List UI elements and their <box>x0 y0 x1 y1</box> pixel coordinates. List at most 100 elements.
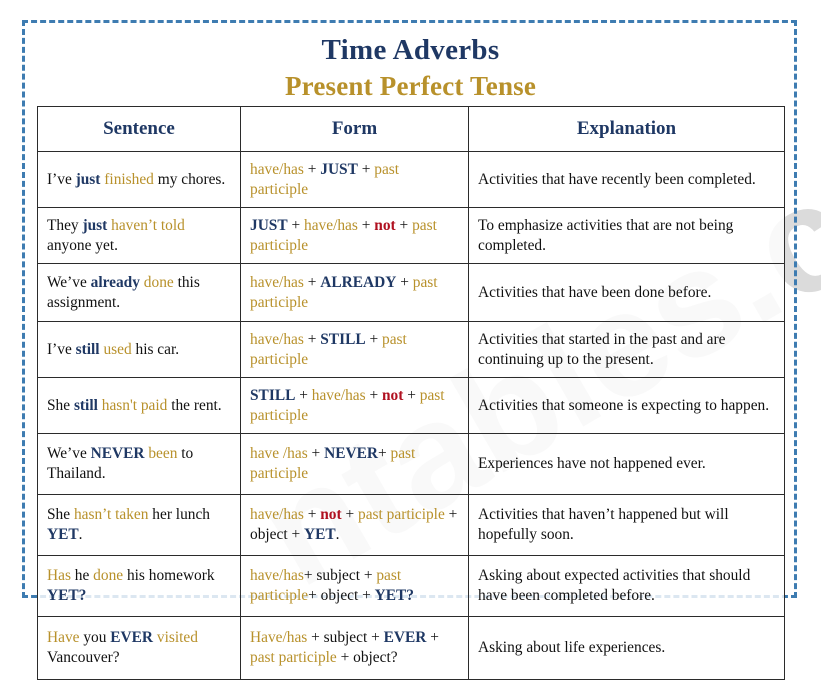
text-fragment: STILL <box>320 330 366 348</box>
text-fragment: his car. <box>131 340 180 358</box>
text-fragment: hasn't paid <box>101 396 168 414</box>
text-fragment: STILL <box>250 386 296 404</box>
table-row: We’ve already done this assignment. have/… <box>37 263 785 322</box>
text-fragment: her lunch <box>148 506 210 524</box>
cell-form: have/has + JUST + past participle <box>240 151 469 208</box>
text-fragment: ALREADY <box>320 273 397 291</box>
cell-explanation: Activities that started in the past and … <box>468 321 785 378</box>
cell-sentence: I’ve just finished my chores. <box>37 151 241 208</box>
text-fragment: my chores. <box>153 170 226 188</box>
text-fragment: . <box>78 526 83 543</box>
cell-sentence: She hasn’t taken her lunch YET. <box>37 494 241 556</box>
cell-sentence: They just haven’t told anyone yet. <box>37 207 241 264</box>
text-fragment: + <box>307 445 325 463</box>
title-block: Time Adverbs Present Perfect Tense <box>0 32 821 104</box>
text-fragment: YET? <box>47 587 87 604</box>
cell-form: have/has + ALREADY + past participle <box>240 263 469 322</box>
text-fragment: I’ve <box>47 170 76 188</box>
text-fragment: done <box>93 567 124 585</box>
page-title: Time Adverbs <box>321 34 500 66</box>
text-fragment: have/has <box>250 273 304 291</box>
cell-explanation: Activities that someone is expecting to … <box>468 377 785 434</box>
text-fragment: just <box>82 216 108 234</box>
text-fragment: done <box>143 273 174 291</box>
text-fragment: + <box>426 629 439 647</box>
text-fragment: + object? <box>336 649 398 666</box>
text-fragment: EVER <box>383 629 427 647</box>
text-fragment: have/has <box>250 567 304 585</box>
text-fragment: + <box>295 386 312 404</box>
cell-sentence: We’ve NEVER been to Thailand. <box>37 433 241 495</box>
text-fragment: + <box>341 506 359 524</box>
table-row: I’ve still used his car. have/has + STILL… <box>37 321 785 378</box>
column-header-form: Form <box>240 106 469 152</box>
text-fragment: + <box>303 160 321 178</box>
text-fragment: have/has <box>311 386 366 404</box>
table-row: She still hasn't paid the rent. STILL + h… <box>37 377 785 434</box>
cell-explanation: Asking about life experiences. <box>468 616 785 680</box>
text-fragment: + <box>287 216 305 234</box>
text-fragment: not <box>320 506 342 524</box>
text-fragment: just <box>75 170 101 188</box>
text-fragment: you <box>79 629 111 647</box>
column-header-explanation: Explanation <box>468 106 785 152</box>
text-fragment: + <box>365 386 382 404</box>
text-fragment: YET <box>47 526 79 543</box>
text-fragment: used <box>103 340 132 358</box>
column-header-sentence: Sentence <box>37 106 241 152</box>
text-fragment: not <box>382 386 404 404</box>
table-row: Has he done his homework YET? have/has+ s… <box>37 555 785 617</box>
text-fragment: + <box>403 386 420 404</box>
text-fragment: + <box>303 273 321 291</box>
cell-form: Have/has + subject + EVER + past partici… <box>240 616 469 680</box>
table-row: Have you EVER visited Vancouver? Have/has… <box>37 616 785 680</box>
text-fragment: + <box>395 216 413 234</box>
text-fragment: Have/has <box>250 629 308 647</box>
cell-explanation: Activities that have recently been compl… <box>468 151 785 208</box>
text-fragment: hasn’t taken <box>73 506 149 524</box>
cell-explanation: Activities that have been done before. <box>468 263 785 322</box>
text-fragment: They <box>47 216 83 234</box>
text-fragment: the rent. <box>167 396 222 414</box>
table-row: She hasn’t taken her lunch YET. have/has … <box>37 494 785 556</box>
text-fragment: past participle <box>250 649 337 666</box>
text-fragment: EVER <box>110 629 154 647</box>
cell-explanation: To emphasize activities that are not bei… <box>468 207 785 264</box>
text-fragment: past participle <box>358 506 445 524</box>
text-fragment: She <box>47 506 74 524</box>
worksheet-sheet: Time Adverbs Present Perfect Tense Sente… <box>0 0 821 680</box>
text-fragment: have/has <box>250 330 304 348</box>
text-fragment: still <box>75 340 100 358</box>
cell-sentence: She still hasn't paid the rent. <box>37 377 241 434</box>
text-fragment: still <box>73 396 98 414</box>
text-fragment: + <box>303 330 321 348</box>
text-fragment: he <box>70 567 94 585</box>
text-fragment: have/has <box>304 216 358 234</box>
table-row: They just haven’t told anyone yet. JUST +… <box>37 207 785 264</box>
cell-sentence: Have you EVER visited Vancouver? <box>37 616 241 680</box>
cell-form: STILL + have/has + not + past participle <box>240 377 469 434</box>
cell-sentence: Has he done his homework YET? <box>37 555 241 617</box>
text-fragment: + <box>396 273 413 291</box>
text-fragment: NEVER <box>324 445 378 463</box>
text-fragment: his homework <box>123 567 215 585</box>
text-fragment: JUST <box>320 160 358 178</box>
cell-form: have/has + STILL + past participle <box>240 321 469 378</box>
text-fragment: anyone yet. <box>47 236 118 254</box>
text-fragment: She <box>47 396 74 414</box>
text-fragment: visited <box>156 629 198 647</box>
text-fragment: YET? <box>374 587 414 604</box>
page-subtitle: Present Perfect Tense <box>284 71 537 102</box>
text-fragment: + <box>357 160 375 178</box>
text-fragment: We’ve <box>47 273 91 291</box>
cell-form: have/has+ subject + past participle+ obj… <box>240 555 469 617</box>
cell-explanation: Experiences have not happened ever. <box>468 433 785 495</box>
text-fragment: + <box>357 216 375 234</box>
text-fragment: + subject + <box>303 567 377 585</box>
text-fragment: been <box>148 445 178 463</box>
cell-form: have/has + not + past participle + objec… <box>240 494 469 556</box>
text-fragment: We’ve <box>47 445 91 463</box>
cell-explanation: Activities that haven’t happened but wil… <box>468 494 785 556</box>
table-row: I’ve just finished my chores. have/has + … <box>37 151 785 208</box>
grammar-table: Sentence Form Explanation I’ve just fini… <box>37 106 785 680</box>
